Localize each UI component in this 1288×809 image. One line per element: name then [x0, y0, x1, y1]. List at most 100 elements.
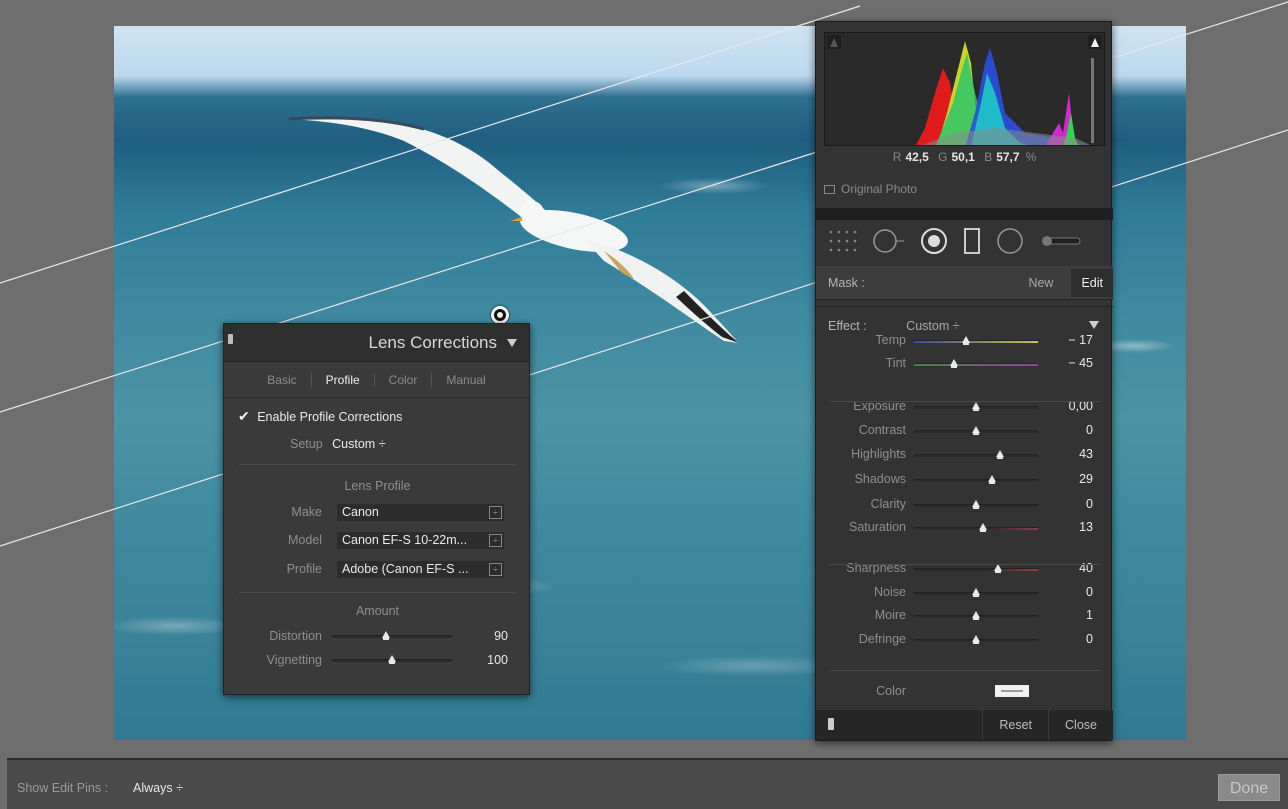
- temp-label: Temp: [875, 333, 906, 347]
- done-button[interactable]: Done: [1218, 774, 1280, 801]
- model-label: Model: [287, 533, 322, 547]
- defringe-slider[interactable]: [914, 635, 1038, 644]
- slider-thumb[interactable]: [994, 564, 1003, 573]
- effect-preset-select[interactable]: Custom ÷: [906, 319, 959, 333]
- sharpness-slider[interactable]: [914, 564, 1038, 573]
- dropdown-arrow-icon: ÷: [489, 534, 502, 547]
- profile-select[interactable]: Adobe (Canon EF-S ... ÷: [337, 561, 504, 578]
- lens-tabs: Basic Profile Color Manual: [224, 362, 529, 398]
- slider-thumb[interactable]: [995, 450, 1004, 459]
- model-select[interactable]: Canon EF-S 10-22m... ÷: [337, 532, 504, 549]
- lens-panel-header[interactable]: Lens Corrections: [224, 324, 529, 362]
- panel-grip-icon[interactable]: [828, 718, 834, 730]
- amount-heading: Amount: [355, 604, 400, 618]
- distortion-value[interactable]: 90: [464, 629, 508, 643]
- checkmark-icon[interactable]: ✔: [238, 408, 250, 424]
- reset-button[interactable]: Reset: [982, 710, 1048, 740]
- saturation-value[interactable]: 13: [1079, 520, 1093, 534]
- vignetting-value[interactable]: 100: [464, 653, 508, 667]
- crop-overlay-icon[interactable]: [828, 228, 858, 254]
- exposure-slider[interactable]: [914, 402, 1038, 411]
- lens-profile-heading: Lens Profile: [344, 479, 411, 493]
- effect-collapse-icon[interactable]: [1089, 321, 1099, 329]
- slider-thumb[interactable]: [388, 655, 396, 664]
- divider: [830, 670, 1100, 671]
- adjustment-brush-icon[interactable]: [1038, 233, 1082, 249]
- moire-slider[interactable]: [914, 611, 1038, 620]
- show-edit-pins-select[interactable]: Always ÷: [133, 781, 183, 795]
- red-eye-icon[interactable]: [920, 227, 948, 255]
- slider-thumb[interactable]: [972, 588, 980, 597]
- setup-select[interactable]: Custom ÷: [332, 437, 385, 451]
- temp-value[interactable]: − 17: [1068, 333, 1093, 347]
- edit-pin[interactable]: [491, 306, 509, 324]
- clarity-value[interactable]: 0: [1086, 497, 1093, 511]
- effect-label: Effect :: [828, 319, 867, 333]
- slider-thumb[interactable]: [972, 500, 980, 509]
- slider-thumb[interactable]: [972, 426, 980, 435]
- noise-slider[interactable]: [914, 588, 1038, 597]
- collapse-triangle-icon[interactable]: [507, 338, 517, 347]
- mask-new-button[interactable]: New: [1028, 276, 1053, 290]
- effect-section: Effect : Custom ÷ Temp − 17 Tint − 45 Exposu…: [816, 306, 1113, 706]
- moire-label: Moire: [874, 608, 906, 622]
- enable-profile-row[interactable]: ✔ Enable Profile Corrections: [238, 408, 402, 425]
- defringe-label: Defringe: [858, 632, 906, 646]
- radial-filter-icon[interactable]: [996, 227, 1024, 255]
- histogram[interactable]: [824, 32, 1105, 146]
- highlights-label: Highlights: [851, 447, 906, 461]
- make-value: Canon: [342, 505, 379, 519]
- tab-profile[interactable]: Profile: [312, 372, 375, 387]
- tab-basic[interactable]: Basic: [253, 372, 312, 387]
- slider-thumb[interactable]: [972, 635, 980, 644]
- spot-removal-icon[interactable]: [872, 227, 906, 255]
- moire-value[interactable]: 1: [1086, 608, 1093, 622]
- color-swatch[interactable]: [995, 685, 1029, 697]
- saturation-slider[interactable]: [914, 523, 1038, 532]
- checkbox-icon[interactable]: [824, 184, 835, 194]
- slider-thumb[interactable]: [988, 475, 997, 484]
- shadows-slider[interactable]: [914, 475, 1038, 484]
- effect-row-defringe: Defringe 0: [816, 631, 1113, 649]
- effect-header: Effect : Custom ÷: [828, 319, 960, 333]
- model-value: Canon EF-S 10-22m...: [342, 533, 468, 547]
- panel-grip-icon[interactable]: [228, 334, 233, 344]
- slider-thumb[interactable]: [382, 631, 390, 640]
- clarity-slider[interactable]: [914, 500, 1038, 509]
- close-button[interactable]: Close: [1048, 710, 1113, 740]
- graduated-filter-icon[interactable]: [962, 227, 982, 255]
- original-photo-toggle[interactable]: Original Photo: [824, 182, 917, 196]
- noise-value[interactable]: 0: [1086, 585, 1093, 599]
- shadows-value[interactable]: 29: [1079, 472, 1093, 486]
- distortion-slider[interactable]: [332, 631, 452, 640]
- rgb-readout: R 42,5 G 50,1 B 57,7%: [816, 150, 1113, 164]
- shadows-label: Shadows: [854, 472, 906, 486]
- slider-thumb[interactable]: [972, 611, 980, 620]
- vignetting-slider[interactable]: [332, 655, 452, 664]
- slider-thumb[interactable]: [972, 402, 980, 411]
- mask-edit-button[interactable]: Edit: [1071, 268, 1113, 297]
- temp-slider[interactable]: [914, 336, 1038, 345]
- highlights-value[interactable]: 43: [1079, 447, 1093, 461]
- tab-color[interactable]: Color: [375, 372, 433, 387]
- tint-value[interactable]: − 45: [1068, 356, 1093, 370]
- mask-label: Mask :: [828, 275, 865, 290]
- slider-thumb[interactable]: [949, 359, 958, 368]
- tab-manual[interactable]: Manual: [432, 373, 499, 387]
- slider-thumb[interactable]: [979, 523, 988, 532]
- saturation-label: Saturation: [849, 520, 906, 534]
- histogram-graph: [827, 35, 1102, 145]
- mask-bar: Mask : New Edit: [816, 266, 1113, 300]
- highlights-slider[interactable]: [914, 450, 1038, 459]
- defringe-value[interactable]: 0: [1086, 632, 1093, 646]
- b-label: B: [984, 150, 993, 164]
- dropdown-arrow-icon: ÷: [489, 563, 502, 576]
- b-value: 57,7: [996, 150, 1020, 164]
- tint-slider[interactable]: [914, 359, 1038, 368]
- contrast-slider[interactable]: [914, 426, 1038, 435]
- make-select[interactable]: Canon ÷: [337, 504, 504, 521]
- effect-row-sharpness: Sharpness 40: [816, 560, 1113, 578]
- contrast-value[interactable]: 0: [1086, 423, 1093, 437]
- slider-thumb[interactable]: [962, 336, 971, 345]
- clarity-label: Clarity: [870, 497, 906, 511]
